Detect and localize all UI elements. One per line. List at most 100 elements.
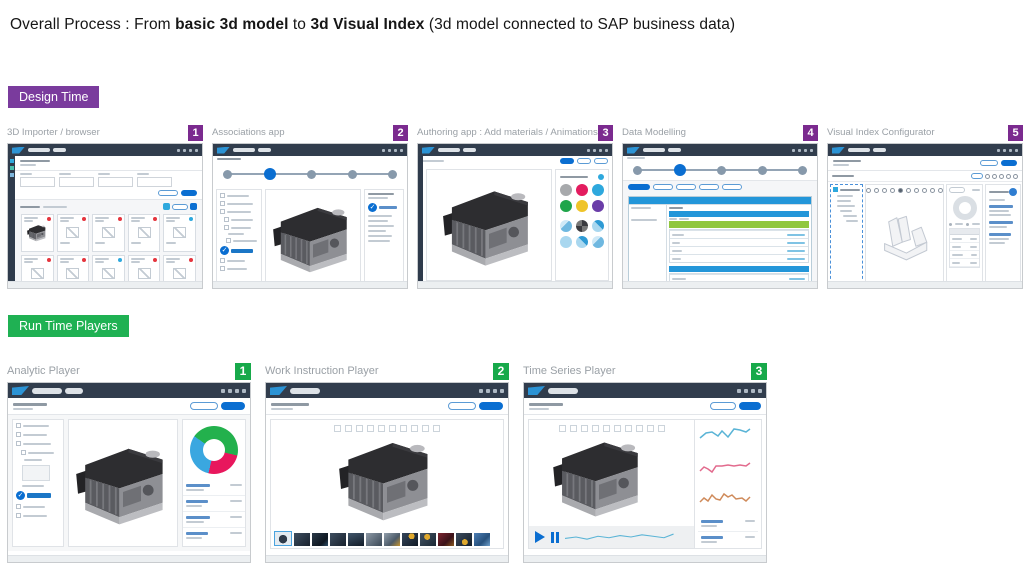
go-button: [181, 190, 197, 196]
step-squares: [529, 420, 694, 432]
info-icon: [598, 174, 604, 180]
step-dot-active: [674, 164, 686, 176]
status-bar: [266, 555, 508, 562]
step-number: 2: [493, 363, 509, 380]
tab: [676, 184, 696, 190]
image-placeholder-icon: [138, 227, 151, 238]
scene-tree-panel: [830, 184, 863, 284]
engine-3d-model: [69, 437, 177, 529]
caption-3d-importer: 3D Importer / browser1: [7, 124, 203, 141]
search-icon: [587, 149, 590, 152]
side-rail: [418, 156, 423, 288]
search-icon: [792, 149, 795, 152]
user-icon: [189, 149, 192, 152]
primary-button: [739, 402, 761, 410]
viewer-3d-panel: [68, 419, 178, 547]
nested-table-header: [669, 211, 809, 217]
toolbar-icon: [999, 174, 1004, 179]
status-bar: [828, 281, 1022, 288]
data-model-table: [628, 196, 812, 289]
caption-visual-index-configurator: Visual Index Configurator5: [827, 124, 1023, 141]
status-dot: [47, 258, 51, 262]
tab: [594, 158, 608, 164]
step-number: 3: [751, 363, 767, 380]
swatch-gray: [560, 184, 572, 196]
process-stepper: [631, 162, 809, 178]
run-time-players-badge: Run Time Players: [8, 315, 129, 337]
tab: [653, 184, 673, 190]
step-thumbnail: [438, 533, 454, 546]
secondary-button: [448, 402, 476, 410]
screenshot-work-instruction-player: [265, 382, 509, 563]
chart-properties-panel: [946, 184, 983, 284]
secondary-button: [190, 402, 218, 410]
hierarchy-tree-panel: ✓: [12, 419, 64, 547]
image-placeholder-icon: [102, 268, 115, 279]
texture-swatch: [592, 220, 604, 232]
bell-icon: [486, 389, 490, 393]
grid-icon: [605, 149, 608, 152]
texture-swatch: [592, 236, 604, 248]
swatch-green: [560, 200, 572, 212]
caption-time-series-player: Time Series Player3: [523, 362, 767, 380]
filter-bar: [15, 156, 202, 171]
play-icon: [535, 531, 545, 543]
step-thumbnail: [456, 533, 472, 546]
engine-3d-model: [267, 198, 359, 276]
step-dot-active: [264, 168, 276, 180]
primary-button: [221, 402, 245, 410]
screenshot-associations-app: ✓ ✓: [212, 143, 408, 289]
search-icon: [221, 389, 225, 393]
status-bar: [8, 555, 250, 562]
shell-bar: [8, 383, 250, 398]
step-thumbnail: [312, 533, 328, 546]
shell-bar: [266, 383, 508, 398]
grid-icon: [500, 389, 504, 393]
swatch-yellow: [576, 200, 588, 212]
mini-table: [949, 228, 980, 268]
thumbnail-placeholder: [22, 465, 50, 481]
toolbar-icon: [1013, 174, 1018, 179]
model-card: [163, 214, 196, 252]
design-time-badge: Design Time: [8, 86, 99, 108]
viewport-tool-icon: [938, 188, 943, 193]
texture-swatch-mesh: [576, 220, 588, 232]
texture-swatch: [576, 236, 588, 248]
shell-bar: [623, 144, 817, 156]
grid-icon: [242, 389, 246, 393]
association-list-panel: ✓: [364, 189, 404, 285]
user-icon: [235, 389, 239, 393]
screenshot-time-series-player: [523, 382, 767, 563]
status-bar: [8, 281, 202, 288]
sap-logo-icon: [627, 147, 640, 154]
toolbar-icon: [985, 174, 990, 179]
secondary-button: [710, 402, 736, 410]
texture-swatch: [560, 236, 572, 248]
step-dot: [758, 166, 767, 175]
check-icon: ✓: [220, 246, 229, 255]
step-thumbnail-selected: [274, 531, 292, 546]
texture-swatches: [560, 220, 604, 248]
status-dot: [47, 217, 51, 221]
step-dot: [717, 166, 726, 175]
node-icon: [833, 187, 838, 192]
breadcrumb: [422, 160, 444, 162]
engine-3d-model: [541, 432, 657, 520]
sap-logo-icon: [422, 147, 435, 154]
step-dot: [307, 170, 316, 179]
step-thumbnail: [348, 533, 364, 546]
step-thumbnail: [402, 533, 418, 546]
filter-input: [20, 177, 55, 187]
grid-icon: [810, 149, 813, 152]
model-card-engine: [21, 214, 54, 252]
status-bar: [623, 281, 817, 288]
step-thumbnail: [420, 533, 436, 546]
screenshot-visual-index-configurator: [827, 143, 1023, 289]
status-dot: [118, 258, 122, 262]
viewport-panel: [865, 184, 944, 284]
primary-button: [479, 402, 503, 410]
gear-icon: [1009, 188, 1017, 196]
viewport-tool-icon: [906, 188, 911, 193]
step-thumbnail: [366, 533, 382, 546]
donut-chart-placeholder: [953, 196, 977, 220]
